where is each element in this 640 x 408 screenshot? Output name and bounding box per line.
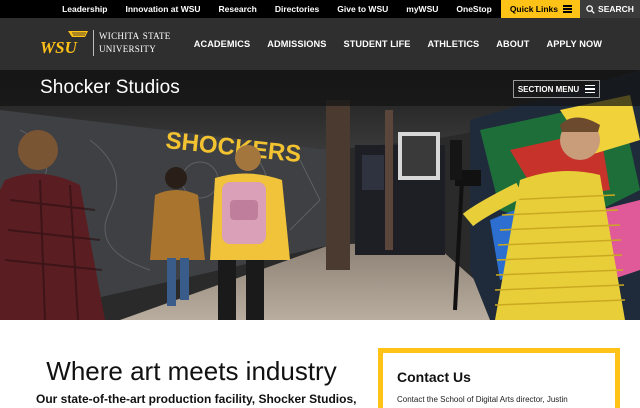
- university-name-line2: University: [99, 40, 156, 55]
- contact-title: Contact Us: [397, 369, 471, 385]
- intro-text: Our state-of-the-art production facility…: [36, 392, 357, 406]
- main-header: WSU Wichita State University ACADEMICS A…: [0, 18, 640, 70]
- utility-link-directories[interactable]: Directories: [266, 0, 328, 18]
- search-label: SEARCH: [598, 4, 634, 14]
- utility-link-research[interactable]: Research: [210, 0, 266, 18]
- university-name-line1: Wichita State: [99, 28, 171, 42]
- logo-text: WSU: [40, 38, 78, 57]
- main-content: Where art meets industry Our state-of-th…: [0, 320, 640, 408]
- quick-links-label: Quick Links: [509, 4, 558, 14]
- nav-about[interactable]: ABOUT: [496, 39, 529, 49]
- logo-divider: [93, 30, 94, 56]
- utility-link-leadership[interactable]: Leadership: [53, 0, 116, 18]
- section-menu-button[interactable]: SECTION MENU: [513, 80, 600, 98]
- nav-academics[interactable]: ACADEMICS: [194, 39, 251, 49]
- university-name[interactable]: Wichita State University: [99, 29, 171, 54]
- section-menu-label: SECTION MENU: [517, 84, 580, 94]
- nav-athletics[interactable]: ATHLETICS: [428, 39, 480, 49]
- wsu-logo[interactable]: WSU: [38, 28, 90, 58]
- menu-icon: [585, 83, 596, 96]
- utility-link-mywsu[interactable]: myWSU: [397, 0, 447, 18]
- primary-nav: ACADEMICS ADMISSIONS STUDENT LIFE ATHLET…: [194, 18, 602, 70]
- nav-apply-now[interactable]: APPLY NOW: [546, 39, 602, 49]
- hero-photo: SHOCKERS: [0, 70, 640, 320]
- section-heading: Where art meets industry: [46, 356, 337, 386]
- quick-links-button[interactable]: Quick Links: [500, 0, 580, 18]
- nav-student-life[interactable]: STUDENT LIFE: [343, 39, 410, 49]
- nav-admissions[interactable]: ADMISSIONS: [267, 39, 326, 49]
- utility-link-onestop[interactable]: OneStop: [447, 0, 500, 18]
- utility-bar: Leadership Innovation at WSU Research Di…: [0, 0, 640, 18]
- contact-card: Contact Us Contact the School of Digital…: [378, 348, 620, 408]
- utility-link-innovation[interactable]: Innovation at WSU: [116, 0, 209, 18]
- page-title: Shocker Studios: [40, 77, 180, 98]
- hero-banner: SHOCKERS Shocker Studios SECTION MENU: [0, 70, 640, 320]
- utility-link-give[interactable]: Give to WSU: [328, 0, 397, 18]
- menu-icon: [563, 4, 572, 15]
- search-button[interactable]: SEARCH: [580, 0, 640, 18]
- search-icon: [586, 4, 595, 14]
